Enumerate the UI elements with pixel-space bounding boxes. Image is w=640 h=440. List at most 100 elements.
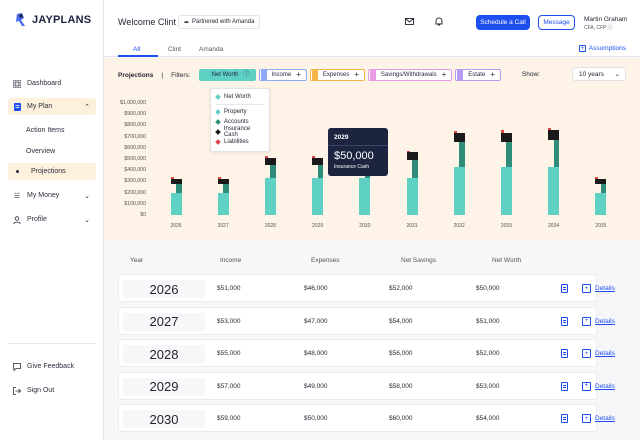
schedule-call-button[interactable]: Schedule a Call (476, 15, 530, 30)
document-icon[interactable] (561, 349, 568, 358)
bar-property-2028[interactable] (264, 178, 276, 215)
filter-chip-net-worth[interactable]: Net Worth ⓘ (198, 69, 256, 81)
bar-insurance-cash-2033[interactable] (500, 132, 512, 143)
bar-insurance-cash-2035[interactable] (595, 179, 607, 184)
logo[interactable]: JAYPLANS (14, 12, 91, 27)
dropdown-item-label: Accounts (224, 119, 249, 125)
document-icon[interactable] (561, 284, 568, 293)
user-info[interactable]: Martin Graham CFA, CFP ⓘ (584, 16, 627, 32)
dropdown-item-liabilities[interactable]: Liabilities (215, 137, 264, 147)
partner-badge[interactable]: ➦ Partnered with Amanda (178, 15, 261, 29)
bar-accounts-2029[interactable] (317, 164, 324, 179)
dropdown-item-property[interactable]: Property (215, 107, 264, 117)
sidebar-item-dashboard[interactable]: Dashboard (8, 75, 96, 92)
tooltip-value: $50,000 (334, 150, 374, 162)
row-income: $51,000 (217, 285, 241, 292)
details-plus-icon[interactable]: + (582, 349, 591, 358)
sidebar-item-my-money[interactable]: ☱ My Money ⌄ (8, 187, 96, 204)
document-icon[interactable] (561, 414, 568, 423)
bar-property-2034[interactable] (548, 166, 560, 215)
dropdown-item-label: Insurance Cash (223, 126, 251, 138)
bar-accounts-2034[interactable] (553, 139, 560, 167)
bar-property-2027[interactable] (217, 192, 229, 215)
tooltip-label: Insurance Cash (334, 164, 370, 170)
dropdown-header[interactable]: Net Worth (215, 92, 264, 102)
chevron-down-icon: ⌄ (84, 216, 90, 224)
bar-insurance-cash-2032[interactable] (453, 133, 465, 143)
bar-insurance-cash-2027[interactable] (217, 179, 229, 184)
x-tick-label: 2026 (170, 223, 182, 229)
bar-insurance-cash-2028[interactable] (264, 157, 276, 165)
bar-insurance-cash-2034[interactable] (548, 129, 560, 140)
mail-icon[interactable] (404, 16, 414, 26)
details-link[interactable]: Details (595, 318, 615, 325)
row-net-worth: $51,000 (476, 317, 500, 325)
details-plus-icon[interactable]: + (582, 414, 591, 423)
filters-label: Filters: (171, 71, 191, 79)
tab-all[interactable]: All (133, 46, 140, 53)
sidebar-item-profile[interactable]: Profile ⌄ (8, 211, 96, 228)
top-bar: Welcome Clint ➦ Partnered with Amanda Sc… (104, 0, 640, 42)
years-select[interactable]: 10 years ⌄ (572, 67, 626, 81)
sidebar-subitem-action-items[interactable]: Action Items (26, 127, 65, 134)
bar-liabilities-2028[interactable] (264, 156, 268, 158)
bar-liabilities-2035[interactable] (595, 177, 599, 180)
details-link[interactable]: Details (595, 383, 615, 390)
row-income: $59,000 (217, 415, 241, 422)
bar-property-2026[interactable] (170, 192, 182, 215)
bar-property-2035[interactable] (595, 192, 607, 215)
plus-icon: + (441, 70, 447, 79)
filter-chip-estate[interactable]: Estate + (455, 69, 501, 81)
bar-liabilities-2027[interactable] (217, 177, 221, 180)
bar-accounts-2026[interactable] (176, 183, 182, 193)
bar-accounts-2032[interactable] (459, 142, 465, 167)
share-icon: ➦ (184, 19, 190, 26)
bar-property-2029[interactable] (312, 178, 324, 215)
bar-liabilities-2034[interactable] (548, 127, 552, 130)
bar-liabilities-2031[interactable] (406, 150, 410, 153)
bar-accounts-2035[interactable] (600, 183, 607, 193)
details-plus-icon[interactable]: + (582, 381, 591, 391)
y-tick-label: $1,000,000 (120, 100, 146, 106)
bar-accounts-2033[interactable] (506, 142, 512, 167)
bar-insurance-cash-2029[interactable] (312, 157, 324, 165)
give-feedback-button[interactable]: Give Feedback (8, 358, 96, 375)
assumptions-button[interactable]: + Assumptions (578, 45, 626, 52)
sign-out-button[interactable]: Sign Out (8, 382, 96, 399)
bar-property-2032[interactable] (453, 166, 465, 215)
bell-icon[interactable] (434, 16, 444, 26)
bar-property-2031[interactable] (406, 178, 418, 215)
details-plus-icon[interactable]: + (582, 316, 591, 326)
dropdown-item-insurance-cash[interactable]: Insurance Cash (215, 126, 264, 138)
bar-accounts-2027[interactable] (223, 183, 229, 193)
message-button[interactable]: Message (538, 15, 575, 30)
document-icon[interactable] (561, 316, 568, 326)
details-link[interactable]: Details (595, 285, 615, 292)
bar-liabilities-2032[interactable] (453, 131, 457, 134)
bar-liabilities-2029[interactable] (312, 156, 316, 158)
document-icon[interactable] (561, 381, 568, 391)
details-plus-icon[interactable]: + (582, 284, 591, 293)
tab-clint[interactable]: Clint (168, 46, 181, 53)
bar-accounts-2028[interactable] (270, 164, 276, 179)
sidebar-item-my-plan[interactable]: My Plan ⌃ (8, 98, 96, 115)
row-net-savings: $58,000 (389, 382, 413, 390)
bar-property-2030[interactable] (359, 178, 371, 215)
sidebar-subitem-projections[interactable]: Projections (8, 163, 96, 180)
bar-liabilities-2033[interactable] (500, 130, 504, 133)
net-worth-dropdown: Net Worth Property Accounts Insurance Cash… (210, 88, 270, 152)
details-link[interactable]: Details (595, 350, 615, 357)
details-link[interactable]: Details (595, 415, 615, 422)
filter-chip-savings-withdrawals[interactable]: Savings/Withdrawals + (367, 69, 453, 81)
tab-amanda[interactable]: Amanda (199, 46, 223, 53)
bar-accounts-2031[interactable] (412, 160, 418, 179)
bar-insurance-cash-2031[interactable] (406, 152, 418, 161)
chip-label: Estate (468, 72, 486, 78)
bar-insurance-cash-2026[interactable] (170, 179, 182, 184)
sidebar-subitem-overview[interactable]: Overview (26, 148, 55, 155)
bar-property-2033[interactable] (500, 166, 512, 215)
filter-chip-expenses[interactable]: Expenses + (309, 69, 365, 81)
filter-chip-income[interactable]: Income + (258, 69, 307, 81)
logo-icon (16, 13, 25, 26)
bar-liabilities-2026[interactable] (170, 177, 174, 180)
